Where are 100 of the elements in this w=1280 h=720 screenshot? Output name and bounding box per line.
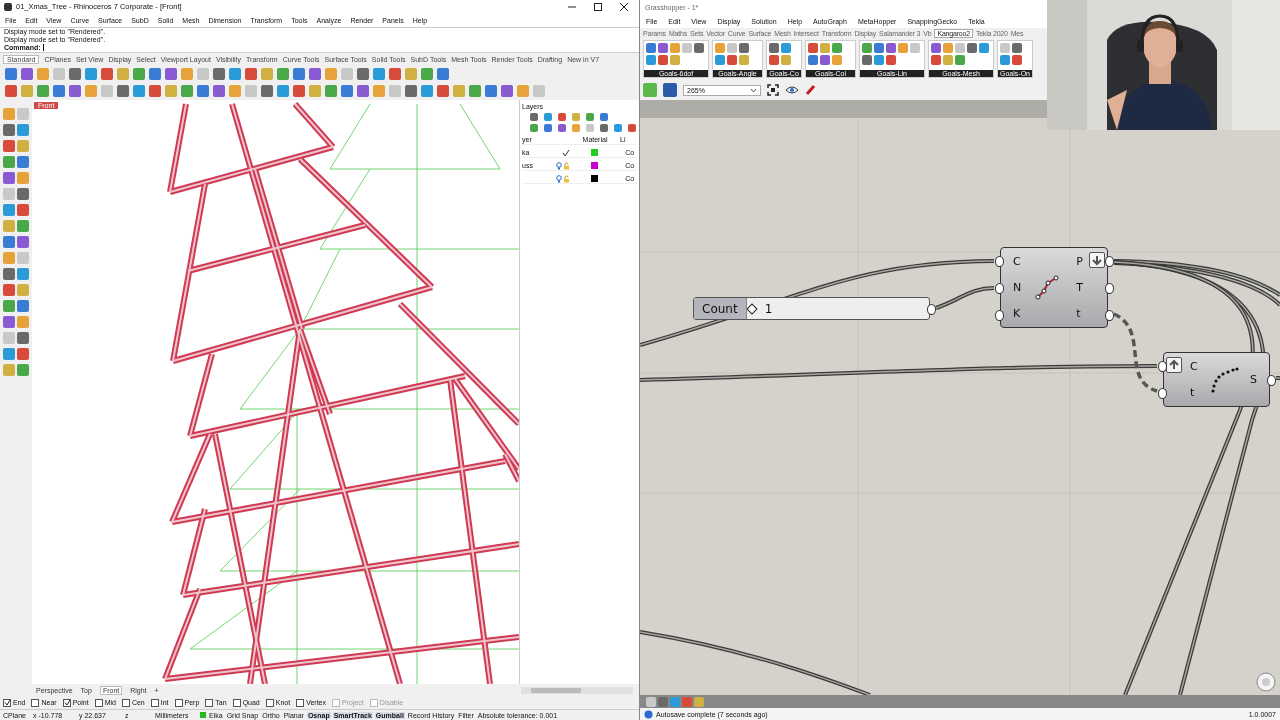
tool-icon[interactable] <box>133 67 145 80</box>
output-port[interactable] <box>927 303 936 315</box>
tool-icon[interactable] <box>485 85 497 98</box>
tool-icon[interactable] <box>245 67 257 80</box>
tool-icon[interactable] <box>5 67 17 80</box>
wire[interactable] <box>1275 376 1280 380</box>
checkbox[interactable] <box>232 698 241 707</box>
tool-icon[interactable] <box>437 85 449 98</box>
tool-icon[interactable] <box>3 140 15 153</box>
tool-icon[interactable] <box>165 67 177 80</box>
output-port[interactable] <box>1105 255 1114 267</box>
number-slider[interactable]: Count 1 <box>693 297 930 320</box>
slider-track[interactable]: 1 <box>746 298 929 319</box>
input-port[interactable] <box>1158 360 1167 372</box>
checkbox[interactable] <box>3 698 11 707</box>
tool-icon[interactable] <box>421 85 433 98</box>
tool-icon[interactable] <box>53 85 65 98</box>
checkbox[interactable] <box>121 698 130 707</box>
tool-icon[interactable] <box>501 85 513 98</box>
checkbox[interactable] <box>31 698 40 707</box>
tool-icon[interactable] <box>17 332 29 345</box>
tool-icon[interactable] <box>17 348 29 361</box>
zoom-extents-icon[interactable] <box>767 84 779 96</box>
save-icon[interactable] <box>663 83 677 97</box>
tool-icon[interactable] <box>133 85 145 98</box>
bulb-icon[interactable] <box>556 174 563 183</box>
tool-icon[interactable] <box>37 85 49 98</box>
tool-icon[interactable] <box>3 124 15 137</box>
tool-icon[interactable] <box>117 85 129 98</box>
tool-icon[interactable] <box>85 67 97 80</box>
checkbox[interactable] <box>296 698 305 707</box>
tool-icon[interactable] <box>3 268 15 281</box>
tool-icon[interactable] <box>17 204 29 217</box>
tool-icon[interactable] <box>17 156 29 169</box>
tool-icon[interactable] <box>17 268 29 281</box>
tool-icon[interactable] <box>421 67 433 80</box>
tool-icon[interactable] <box>69 67 81 80</box>
layer-color-swatch[interactable] <box>591 175 599 183</box>
input-port[interactable] <box>995 282 1004 294</box>
tool-icon[interactable] <box>373 67 385 80</box>
tool-icon[interactable] <box>3 284 15 297</box>
input-port[interactable] <box>995 255 1004 267</box>
component[interactable]: C t S <box>1163 352 1270 407</box>
tool-icon[interactable] <box>261 85 273 98</box>
tool-icon[interactable] <box>3 172 15 185</box>
tool-icon[interactable] <box>197 85 209 98</box>
eye-icon[interactable] <box>785 85 799 95</box>
tool-icon[interactable] <box>277 67 289 80</box>
layer-color-swatch[interactable] <box>591 149 599 157</box>
checkbox[interactable] <box>62 698 71 707</box>
output-port[interactable] <box>1267 374 1276 386</box>
tool-icon[interactable] <box>149 67 161 80</box>
tool-icon[interactable] <box>3 300 15 313</box>
checkbox[interactable] <box>150 698 159 707</box>
input-port[interactable] <box>1158 388 1167 400</box>
output-port[interactable] <box>1105 282 1114 294</box>
tool-icon[interactable] <box>277 85 289 98</box>
tool-icon[interactable] <box>3 348 15 361</box>
tool-icon[interactable] <box>17 300 29 313</box>
up-arrow-button[interactable] <box>1166 357 1182 373</box>
tool-icon[interactable] <box>17 236 29 249</box>
tool-icon[interactable] <box>5 85 17 98</box>
slider-thumb[interactable] <box>746 303 758 315</box>
tool-icon[interactable] <box>405 85 417 98</box>
tool-icon[interactable] <box>229 67 241 80</box>
tool-icon[interactable] <box>293 85 305 98</box>
tool-icon[interactable] <box>17 364 29 377</box>
wire[interactable] <box>1113 259 1280 297</box>
tool-icon[interactable] <box>3 316 15 329</box>
dashed-wire[interactable] <box>1113 312 1158 393</box>
lock-icon[interactable] <box>563 161 571 170</box>
tool-icon[interactable] <box>17 220 29 233</box>
lock-icon[interactable] <box>563 174 571 183</box>
tool-icon[interactable] <box>293 67 305 80</box>
tool-icon[interactable] <box>357 67 369 80</box>
wire[interactable] <box>935 286 995 310</box>
tool-icon[interactable] <box>101 67 113 80</box>
tool-icon[interactable] <box>17 188 29 201</box>
checkbox[interactable] <box>265 698 274 707</box>
navigation-wheel-icon[interactable] <box>1255 671 1277 693</box>
tool-icon[interactable] <box>437 67 449 80</box>
component[interactable]: C N K P T t <box>1000 247 1108 328</box>
bulb-icon[interactable] <box>556 161 563 170</box>
checkbox[interactable] <box>205 698 214 707</box>
tool-icon[interactable] <box>21 67 33 80</box>
wire[interactable] <box>640 364 1158 382</box>
tool-icon[interactable] <box>389 67 401 80</box>
brush-icon[interactable] <box>805 84 817 96</box>
tool-icon[interactable] <box>69 85 81 98</box>
tool-icon[interactable] <box>309 67 321 80</box>
tool-icon[interactable] <box>3 204 15 217</box>
checkbox[interactable] <box>174 698 183 707</box>
layer-color-swatch[interactable] <box>591 162 599 170</box>
output-port[interactable] <box>1105 309 1114 321</box>
scrollbar[interactable] <box>521 686 633 694</box>
down-arrow-button[interactable] <box>1089 252 1105 268</box>
tool-icon[interactable] <box>357 85 369 98</box>
tool-icon[interactable] <box>3 156 15 169</box>
input-port[interactable] <box>995 309 1004 321</box>
tool-icon[interactable] <box>341 85 353 98</box>
